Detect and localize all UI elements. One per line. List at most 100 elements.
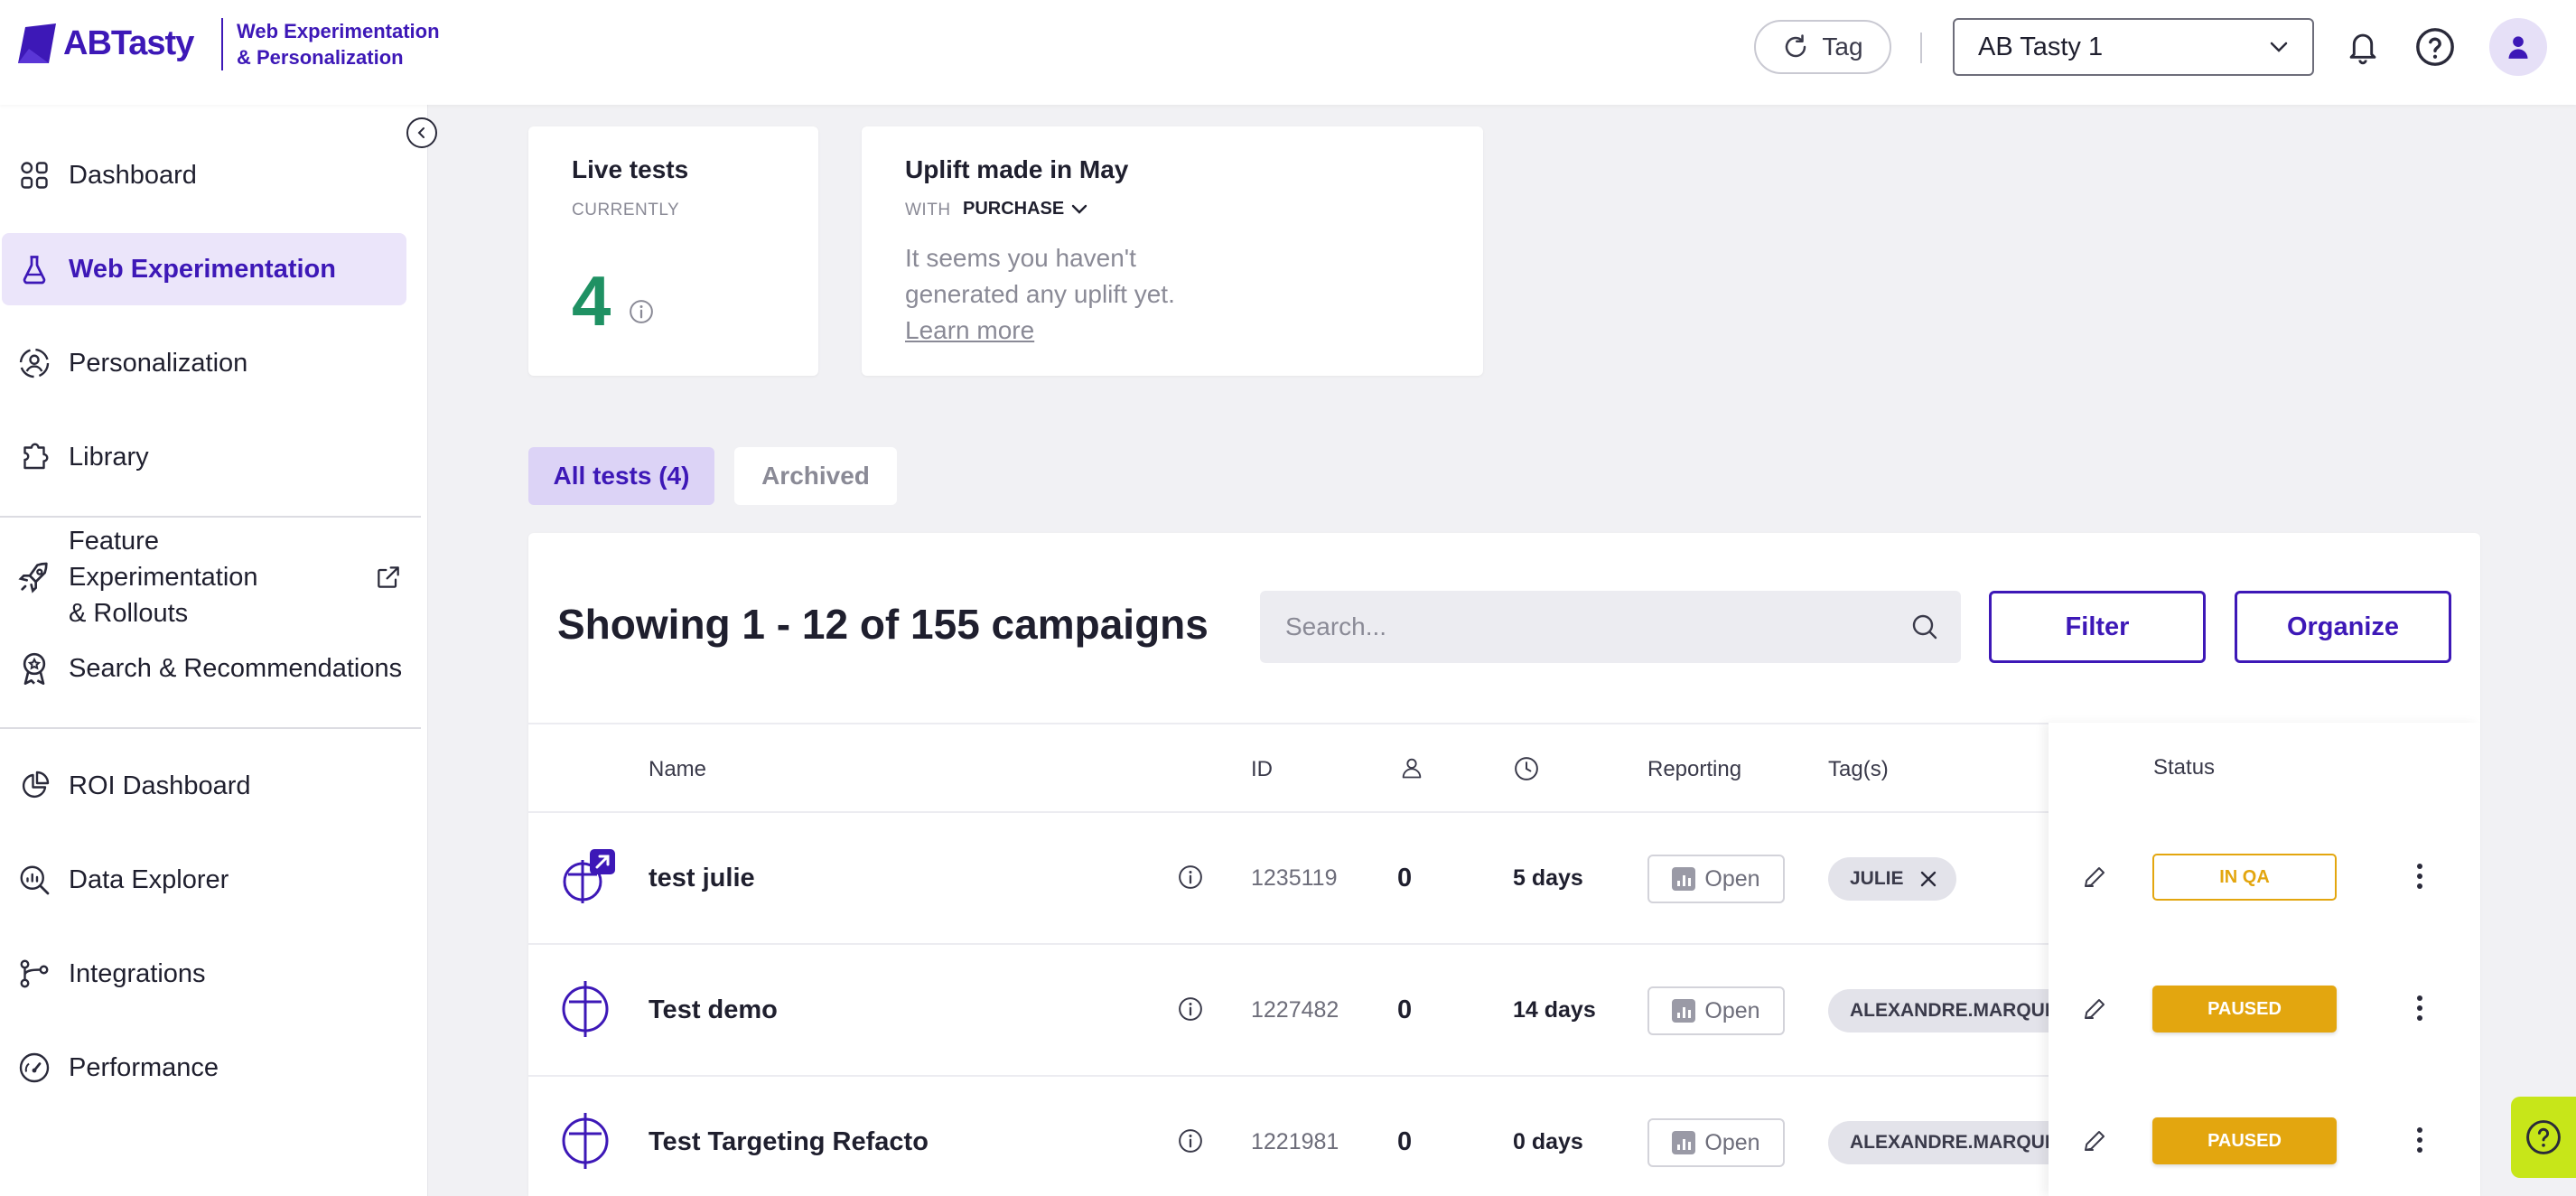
puzzle-icon xyxy=(16,439,52,475)
abtasty-logo[interactable]: ABTasty xyxy=(16,20,215,67)
tab-archived[interactable]: Archived xyxy=(734,447,897,505)
campaign-id: 1235119 xyxy=(1251,865,1338,891)
personalization-icon xyxy=(16,345,52,381)
sidebar-item-label-line1: Feature Experimentation xyxy=(69,527,258,592)
sidebar-item-label: Library xyxy=(69,442,149,472)
live-tests-card: Live tests CURRENTLY 4 xyxy=(528,126,818,376)
uplift-title: Uplift made in May xyxy=(905,155,1129,183)
user-icon xyxy=(2508,36,2528,59)
campaign-visitors: 0 xyxy=(1397,995,1413,1024)
campaign-duration: 14 days xyxy=(1513,997,1596,1023)
clock-icon[interactable] xyxy=(1513,755,1540,789)
column-header-name[interactable]: Name xyxy=(649,757,706,782)
open-report-button[interactable]: Open xyxy=(1647,1118,1785,1167)
sidebar-item-label: ROI Dashboard xyxy=(69,771,251,800)
sidebar-item-dashboard[interactable]: Dashboard xyxy=(2,139,406,211)
logo-icon xyxy=(18,23,56,63)
tag-label: JULIE xyxy=(1850,868,1904,889)
sidebar-item-label: Data Explorer xyxy=(69,864,229,894)
edit-icon[interactable] xyxy=(2081,1127,2108,1159)
more-actions-icon[interactable] xyxy=(2406,858,2433,894)
dashboard-icon xyxy=(16,157,52,193)
award-icon xyxy=(16,650,52,687)
account-selected: AB Tasty 1 xyxy=(1978,32,2104,61)
product-subtitle-line1: Web Experimentation xyxy=(237,20,440,42)
sidebar-item-feature-experimentation[interactable]: Feature Experimentation & Rollouts xyxy=(2,527,406,628)
help-icon xyxy=(2416,28,2454,66)
uplift-card: Uplift made in May WITH PURCHASE It seem… xyxy=(862,126,1483,376)
flask-icon xyxy=(16,251,52,287)
learn-more-link[interactable]: Learn more xyxy=(905,313,1175,349)
report-icon xyxy=(1672,867,1696,891)
sidebar-item-data-explorer[interactable]: Data Explorer xyxy=(2,844,406,916)
sidebar-item-label: Integrations xyxy=(69,958,206,988)
info-icon[interactable] xyxy=(1177,864,1204,891)
user-avatar[interactable] xyxy=(2489,18,2547,76)
search-field[interactable] xyxy=(1260,591,1961,663)
column-header-tags[interactable]: Tag(s) xyxy=(1828,757,1889,782)
column-header-reporting[interactable]: Reporting xyxy=(1647,757,1741,782)
notifications-button[interactable] xyxy=(2341,25,2385,69)
sidebar-item-web-experimentation[interactable]: Web Experimentation xyxy=(2,233,406,305)
bell-icon xyxy=(2349,33,2376,65)
sidebar-collapse-button[interactable] xyxy=(406,117,437,148)
sidebar-item-integrations[interactable]: Integrations xyxy=(2,938,406,1010)
sidebar-item-search-recommendations[interactable]: Search & Recommendations xyxy=(2,632,406,705)
open-report-button[interactable]: Open xyxy=(1647,855,1785,903)
open-report-button[interactable]: Open xyxy=(1647,986,1785,1035)
column-header-id[interactable]: ID xyxy=(1251,757,1273,782)
sidebar-divider xyxy=(0,516,421,518)
integrations-icon xyxy=(16,956,52,992)
tag-label: ALEXANDRE.MARQUIS xyxy=(1850,1000,2063,1021)
campaign-visitors: 0 xyxy=(1397,864,1413,892)
refresh-icon xyxy=(1786,34,1806,58)
report-icon xyxy=(1672,999,1696,1023)
tag-label: ALEXANDRE.MARQUIS xyxy=(1850,1132,2063,1153)
campaign-id: 1227482 xyxy=(1251,997,1339,1023)
redirection-test-icon xyxy=(557,847,617,907)
sidebar-item-roi-dashboard[interactable]: ROI Dashboard xyxy=(2,750,406,822)
campaign-name[interactable]: test julie xyxy=(649,864,755,893)
help-button[interactable] xyxy=(2413,25,2457,69)
info-icon[interactable] xyxy=(1177,1127,1204,1154)
info-icon[interactable] xyxy=(628,298,655,330)
search-input[interactable] xyxy=(1260,591,1961,663)
live-tests-count: 4 xyxy=(572,261,611,341)
tag-button[interactable]: Tag xyxy=(1754,20,1891,74)
uplift-with-label: WITH xyxy=(905,201,951,220)
campaign-id: 1221981 xyxy=(1251,1129,1339,1154)
status-badge[interactable]: PAUSED xyxy=(2152,986,2337,1032)
column-header-status[interactable]: Status xyxy=(2153,755,2215,780)
tab-all-tests[interactable]: All tests (4) xyxy=(528,447,714,505)
more-actions-icon[interactable] xyxy=(2406,990,2433,1026)
uplift-empty-message: It seems you haven't generated any uplif… xyxy=(905,240,1175,349)
campaign-name[interactable]: Test demo xyxy=(649,995,778,1025)
chevron-left-icon xyxy=(417,127,425,138)
sidebar-item-personalization[interactable]: Personalization xyxy=(2,327,406,399)
campaign-name[interactable]: Test Targeting Refacto xyxy=(649,1127,929,1157)
filter-button[interactable]: Filter xyxy=(1989,591,2206,663)
uplift-message-line2: generated any uplift yet. xyxy=(905,280,1175,308)
gauge-icon xyxy=(16,1050,52,1086)
account-select[interactable]: AB Tasty 1 xyxy=(1953,18,2314,76)
external-link-icon xyxy=(370,559,406,595)
info-icon[interactable] xyxy=(1177,995,1204,1023)
organize-button[interactable]: Organize xyxy=(2235,591,2451,663)
top-bar: ABTasty Web Experimentation & Personaliz… xyxy=(0,0,2576,105)
visitors-column-icon[interactable] xyxy=(1399,755,1424,787)
sidebar-item-performance[interactable]: Performance xyxy=(2,1032,406,1104)
close-icon[interactable] xyxy=(1918,869,1938,889)
ab-test-icon xyxy=(557,979,617,1039)
status-badge[interactable]: IN QA xyxy=(2152,854,2337,901)
edit-icon[interactable] xyxy=(2081,995,2108,1027)
chevron-down-icon xyxy=(1072,204,1087,214)
campaigns-panel: Showing 1 - 12 of 155 campaigns Filter O… xyxy=(528,533,2480,1196)
help-widget-button[interactable] xyxy=(2511,1097,2576,1178)
open-report-label: Open xyxy=(1704,997,1760,1023)
goal-dropdown[interactable]: PURCHASE xyxy=(963,199,1087,220)
more-actions-icon[interactable] xyxy=(2406,1122,2433,1158)
status-badge[interactable]: PAUSED xyxy=(2152,1117,2337,1164)
sidebar-item-library[interactable]: Library xyxy=(2,421,406,493)
edit-icon[interactable] xyxy=(2081,864,2108,895)
campaigns-count-text: Showing 1 - 12 of 155 campaigns xyxy=(557,601,1209,648)
